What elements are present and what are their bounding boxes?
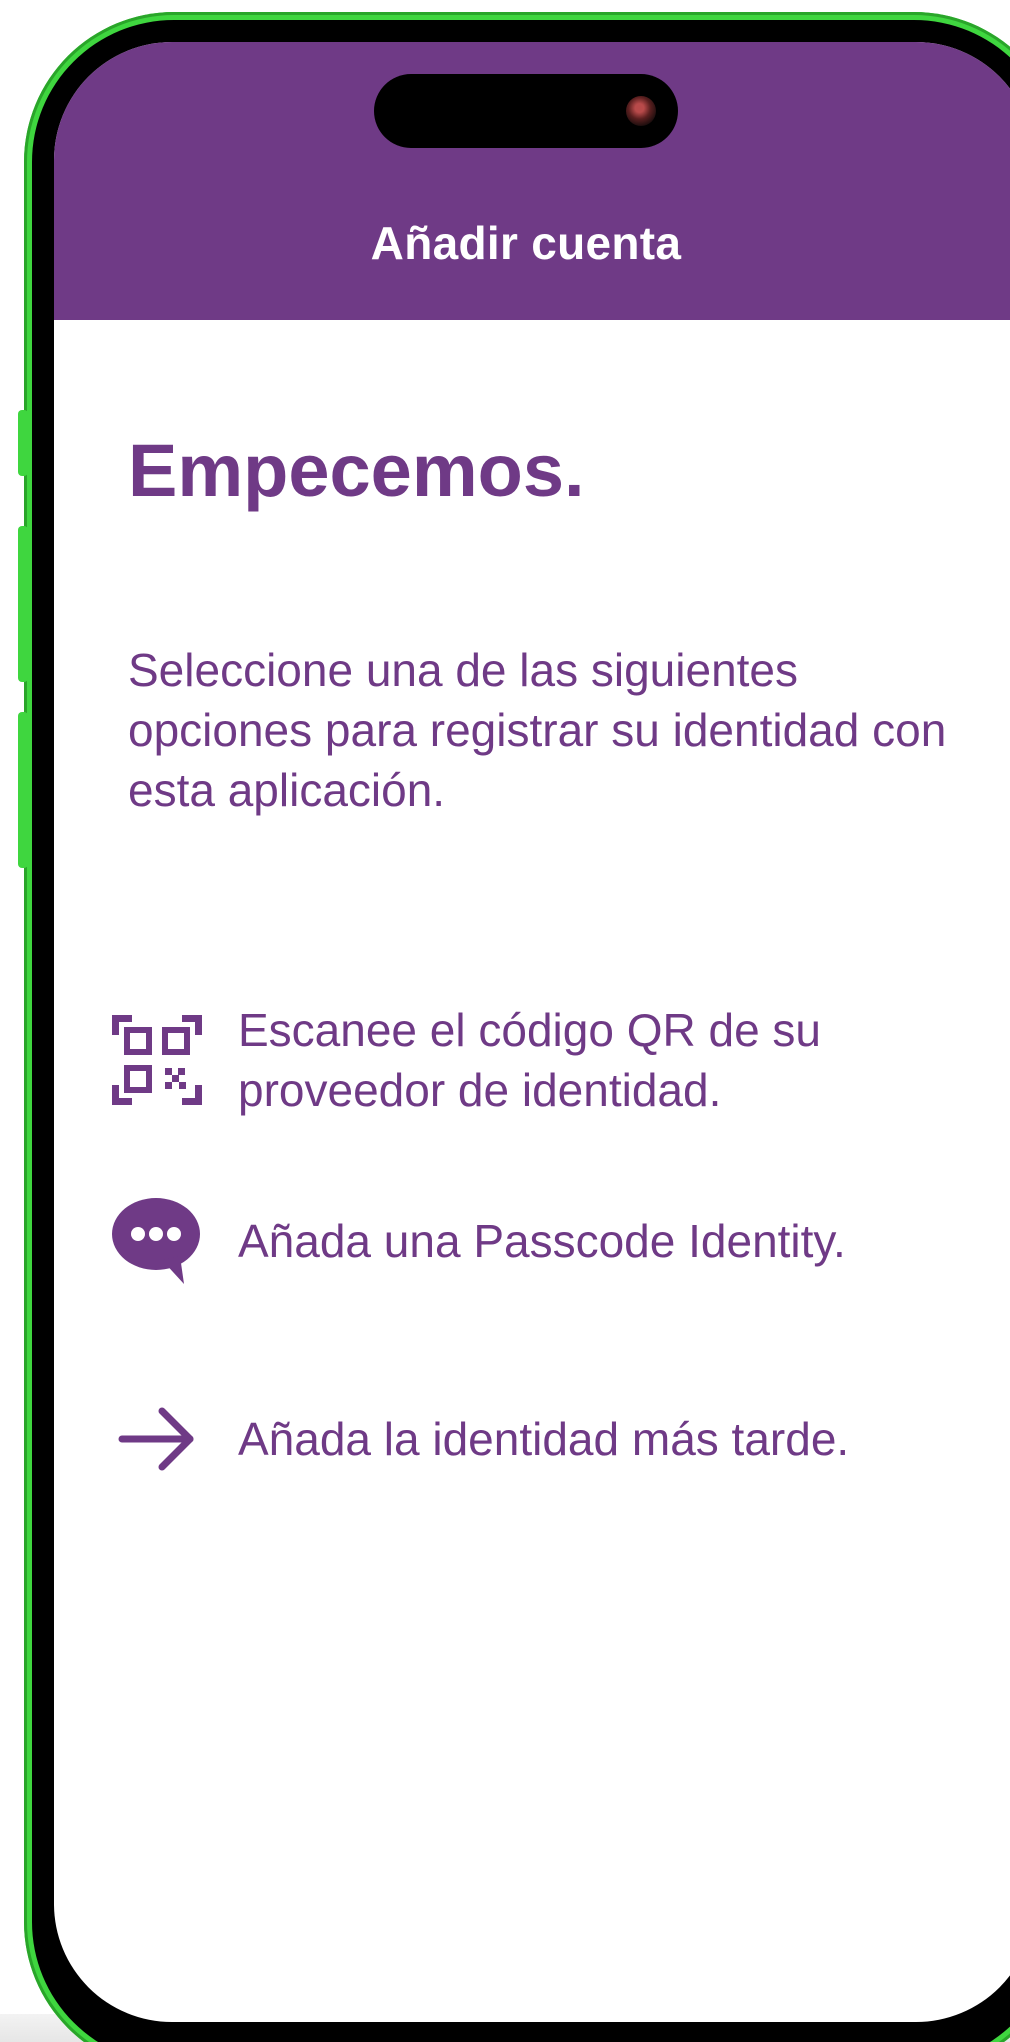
volume-down-button [18,712,28,868]
headline: Empecemos. [128,429,585,512]
volume-up-button [18,526,28,682]
page-title: Añadir cuenta [370,217,682,269]
phone-screen: Añadir cuenta Empecemos. Seleccione una … [54,42,1010,2022]
dynamic-island [374,74,678,148]
screenshot-stage: Añadir cuenta Empecemos. Seleccione una … [0,0,1010,2042]
action-button [18,410,28,476]
add-later-label: Añada la identidad más tarde. [238,1413,850,1465]
scan-qr-option[interactable]: Escanee el código QR de su proveedor de … [110,1000,990,1120]
chat-bubble-icon [110,1194,204,1288]
add-later-option[interactable]: Añada la identidad más tarde. [110,1392,990,1486]
intro-text: Seleccione una de las siguientes opcione… [128,644,947,816]
arrow-right-icon [110,1392,204,1486]
passcode-identity-option[interactable]: Añada una Passcode Identity. [110,1194,990,1288]
scan-qr-label: Escanee el código QR de su proveedor de … [238,1004,822,1116]
app-header: Añadir cuenta [54,42,1010,320]
passcode-identity-label: Añada una Passcode Identity. [238,1215,846,1267]
qr-code-icon [110,1013,204,1107]
camera-icon [626,96,656,126]
